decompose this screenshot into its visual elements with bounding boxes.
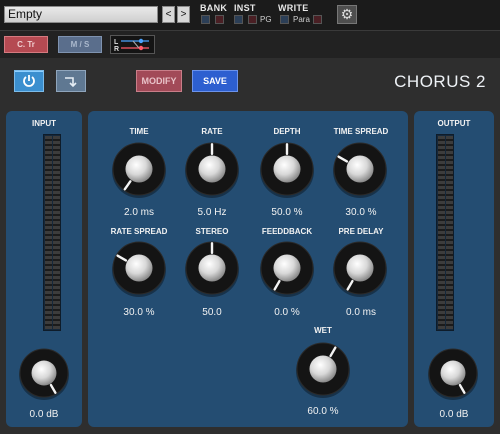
stereo-knob[interactable] xyxy=(182,238,242,298)
param-label-time-spread: TIME SPREAD xyxy=(333,127,389,136)
power-button[interactable] xyxy=(14,70,44,92)
ctr-button[interactable]: C. Tr xyxy=(4,36,48,53)
write-slot-1[interactable] xyxy=(280,15,289,24)
next-preset-button[interactable]: > xyxy=(177,6,190,23)
bank-slot-1[interactable] xyxy=(201,15,210,24)
plugin-title: CHORUS 2 xyxy=(394,72,486,91)
output-value: 0.0 dB xyxy=(439,409,469,420)
time-knob[interactable] xyxy=(109,139,169,199)
input-gain-knob[interactable] xyxy=(16,345,72,401)
bank-slot-2[interactable] xyxy=(215,15,224,24)
param-label-pre-delay: PRE DELAY xyxy=(338,227,384,236)
r-channel-label: R xyxy=(114,46,119,53)
output-meter xyxy=(436,134,454,331)
output-label: OUTPUT xyxy=(437,119,471,128)
lr-link-control[interactable]: L R xyxy=(110,35,155,54)
inst-slot-1[interactable] xyxy=(234,15,243,24)
param-value-time-spread: 30.0 % xyxy=(345,207,377,218)
modify-button[interactable]: MODIFY xyxy=(136,70,182,92)
time-spread-knob[interactable] xyxy=(330,139,390,199)
output-gain-knob[interactable] xyxy=(425,345,481,401)
settings-gear-icon[interactable]: ⚙ xyxy=(337,5,357,24)
depth-knob[interactable] xyxy=(257,139,317,199)
input-meter xyxy=(43,134,61,331)
param-value-stereo: 50.0 xyxy=(202,307,222,318)
param-value-rate: 5.0 Hz xyxy=(197,207,227,218)
bypass-button[interactable] xyxy=(56,70,86,92)
param-value-feedback: 0.0 % xyxy=(274,307,300,318)
rate-knob[interactable] xyxy=(182,139,242,199)
param-label-feedback: FEEDDBACK xyxy=(261,227,313,236)
bypass-icon xyxy=(65,77,77,88)
param-value-rate-spread: 30.0 % xyxy=(123,307,155,318)
para-label: Para xyxy=(293,15,310,24)
inst-label: INST xyxy=(234,3,256,13)
input-label: INPUT xyxy=(32,119,56,128)
param-label-rate: RATE xyxy=(201,127,223,136)
param-label-rate-spread: RATE SPREAD xyxy=(110,227,168,236)
param-value-time: 2.0 ms xyxy=(123,207,154,218)
save-button[interactable]: SAVE xyxy=(192,70,238,92)
write-label: WRITE xyxy=(278,3,309,13)
param-label-depth: DEPTH xyxy=(273,127,301,136)
param-label-stereo: STEREO xyxy=(195,227,229,236)
pg-label: PG xyxy=(260,15,272,24)
param-value-wet: 60.0 % xyxy=(307,406,339,417)
pre-delay-knob[interactable] xyxy=(330,238,390,298)
wet-knob[interactable] xyxy=(293,339,353,399)
power-icon xyxy=(23,75,35,87)
inst-slot-2[interactable] xyxy=(248,15,257,24)
bank-label: BANK xyxy=(200,3,228,13)
feedback-knob[interactable] xyxy=(257,238,317,298)
param-value-pre-delay: 0.0 ms xyxy=(345,307,376,318)
write-slot-2[interactable] xyxy=(313,15,322,24)
l-channel-label: L xyxy=(114,39,119,46)
input-value: 0.0 dB xyxy=(29,409,59,420)
rate-spread-knob[interactable] xyxy=(109,238,169,298)
ms-button[interactable]: M / S xyxy=(58,36,102,53)
preset-name-field[interactable]: Empty xyxy=(4,6,158,23)
prev-preset-button[interactable]: < xyxy=(162,6,175,23)
param-label-wet: WET xyxy=(314,326,332,335)
param-label-time: TIME xyxy=(129,127,149,136)
param-value-depth: 50.0 % xyxy=(271,207,303,218)
